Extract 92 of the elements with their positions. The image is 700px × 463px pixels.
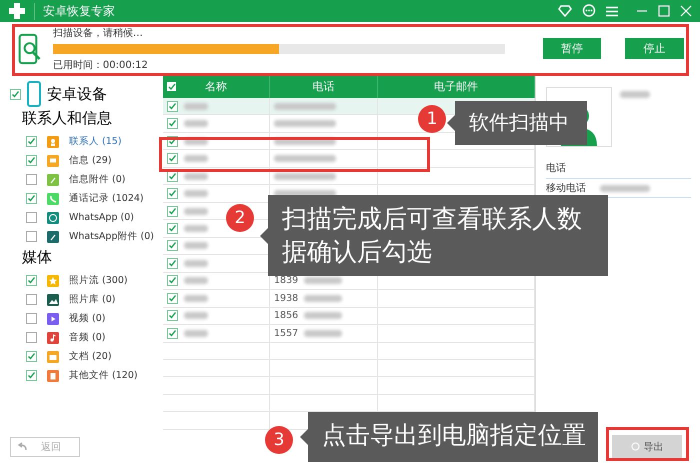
window-title: 安卓恢复专家 bbox=[34, 2, 115, 20]
blurred-name bbox=[184, 312, 208, 320]
blurred-name bbox=[184, 260, 208, 267]
checkbox[interactable] bbox=[167, 275, 178, 286]
step-number: 3 bbox=[265, 426, 293, 454]
category-item[interactable]: 信息 (29) bbox=[69, 154, 112, 167]
checkbox[interactable] bbox=[167, 310, 178, 322]
blurred-name bbox=[184, 208, 208, 215]
blurred-name bbox=[184, 190, 208, 198]
blurred-phone bbox=[304, 277, 342, 284]
callout-tooltip: 点击导出到电脑指定位置 bbox=[300, 412, 598, 462]
category-heading: 联系人和信息 bbox=[22, 109, 113, 128]
checkbox[interactable] bbox=[26, 332, 37, 343]
checkbox[interactable] bbox=[167, 240, 178, 252]
device-label: 安卓设备 bbox=[47, 84, 107, 104]
blurred-name bbox=[184, 155, 208, 162]
checkbox[interactable] bbox=[26, 212, 37, 223]
category-item[interactable]: 信息附件 (0) bbox=[69, 173, 126, 186]
checkbox[interactable] bbox=[26, 231, 37, 242]
checkbox[interactable] bbox=[167, 292, 178, 304]
blurred-phone bbox=[274, 172, 336, 180]
checkbox[interactable] bbox=[26, 351, 37, 362]
category-item[interactable]: 文档 (20) bbox=[69, 350, 112, 363]
contact-row[interactable]: 1557 bbox=[163, 325, 535, 343]
checkbox[interactable] bbox=[167, 222, 178, 234]
step-number: 2 bbox=[226, 204, 254, 232]
diamond-icon[interactable] bbox=[558, 5, 572, 17]
category-item[interactable]: 通话记录 (1024) bbox=[69, 192, 144, 205]
blurred-phone bbox=[304, 330, 342, 337]
checkbox[interactable] bbox=[167, 328, 178, 339]
callout-tooltip: 扫描完成后可查看联系人数据确认后勾选 bbox=[260, 195, 608, 276]
circle-icon bbox=[630, 442, 640, 451]
blurred-name bbox=[184, 277, 208, 284]
field-label: 移动电话 bbox=[546, 182, 586, 195]
blurred-phone bbox=[304, 312, 342, 320]
device-checkbox[interactable] bbox=[10, 88, 21, 100]
phone-number: 1856 bbox=[274, 310, 298, 322]
phone-number: 1557 bbox=[274, 328, 298, 339]
checkbox[interactable] bbox=[26, 313, 37, 324]
phone-number: 1938 bbox=[274, 292, 298, 304]
scan-status: 扫描设备，请稍候… bbox=[52, 26, 144, 40]
blurred-phone bbox=[304, 294, 342, 302]
category-item[interactable]: 照片流 (300) bbox=[69, 274, 128, 287]
checkbox[interactable] bbox=[26, 294, 37, 305]
menu-icon[interactable] bbox=[606, 6, 618, 16]
category-item[interactable]: 照片库 (0) bbox=[69, 293, 116, 306]
blurred-name bbox=[184, 294, 208, 302]
close-icon[interactable] bbox=[680, 5, 692, 17]
checkbox[interactable] bbox=[26, 136, 37, 147]
category-item[interactable]: WhatsApp (0) bbox=[69, 212, 134, 223]
category-item[interactable]: 联系人 (15) bbox=[69, 135, 122, 148]
blurred-name bbox=[184, 330, 208, 337]
checkbox[interactable] bbox=[167, 258, 178, 269]
checkbox[interactable] bbox=[167, 170, 178, 182]
blurred-name bbox=[184, 172, 208, 180]
checkbox[interactable] bbox=[26, 370, 37, 381]
checkbox[interactable] bbox=[26, 275, 37, 286]
phone-number: 1839 bbox=[274, 275, 298, 286]
maximize-icon[interactable] bbox=[658, 5, 670, 17]
checkbox[interactable] bbox=[167, 206, 178, 217]
phone-icon bbox=[27, 81, 41, 107]
blurred-phone bbox=[274, 120, 336, 128]
checkbox[interactable] bbox=[167, 100, 178, 112]
blurred-phone bbox=[274, 155, 336, 162]
contact-row[interactable]: 1938 bbox=[163, 290, 535, 308]
category-item[interactable]: 其他文件 (120) bbox=[69, 369, 138, 382]
blurred-name bbox=[184, 242, 208, 250]
contact-row[interactable] bbox=[163, 168, 535, 186]
blurred-phone bbox=[274, 102, 336, 110]
blurred-name bbox=[184, 224, 208, 232]
checkbox[interactable] bbox=[26, 155, 37, 166]
category-item[interactable]: WhatsApp附件 (0) bbox=[69, 230, 154, 243]
category-heading: 媒体 bbox=[22, 248, 53, 267]
plus-logo-icon bbox=[8, 2, 26, 20]
category-item[interactable]: 视频 (0) bbox=[69, 312, 106, 325]
section-label: 电话 bbox=[546, 162, 567, 175]
blurred-phone bbox=[600, 184, 650, 192]
blurred-name bbox=[620, 91, 650, 98]
blurred-name bbox=[184, 120, 208, 128]
checkbox[interactable] bbox=[26, 174, 37, 185]
checkbox[interactable] bbox=[167, 188, 178, 200]
category-item[interactable]: 音频 (0) bbox=[69, 331, 106, 344]
callout-tooltip: 软件扫描中 bbox=[447, 101, 587, 145]
elapsed-time: 已用时间：00:00:12 bbox=[52, 58, 149, 72]
checkbox[interactable] bbox=[167, 118, 178, 130]
blurred-name bbox=[184, 102, 208, 110]
select-all-checkbox[interactable] bbox=[167, 82, 176, 91]
contact-row[interactable]: 1856 bbox=[163, 308, 535, 326]
return-arrow-icon bbox=[17, 442, 27, 451]
checkbox[interactable] bbox=[167, 153, 178, 164]
chat-icon[interactable] bbox=[582, 4, 596, 18]
checkbox[interactable] bbox=[26, 193, 37, 204]
